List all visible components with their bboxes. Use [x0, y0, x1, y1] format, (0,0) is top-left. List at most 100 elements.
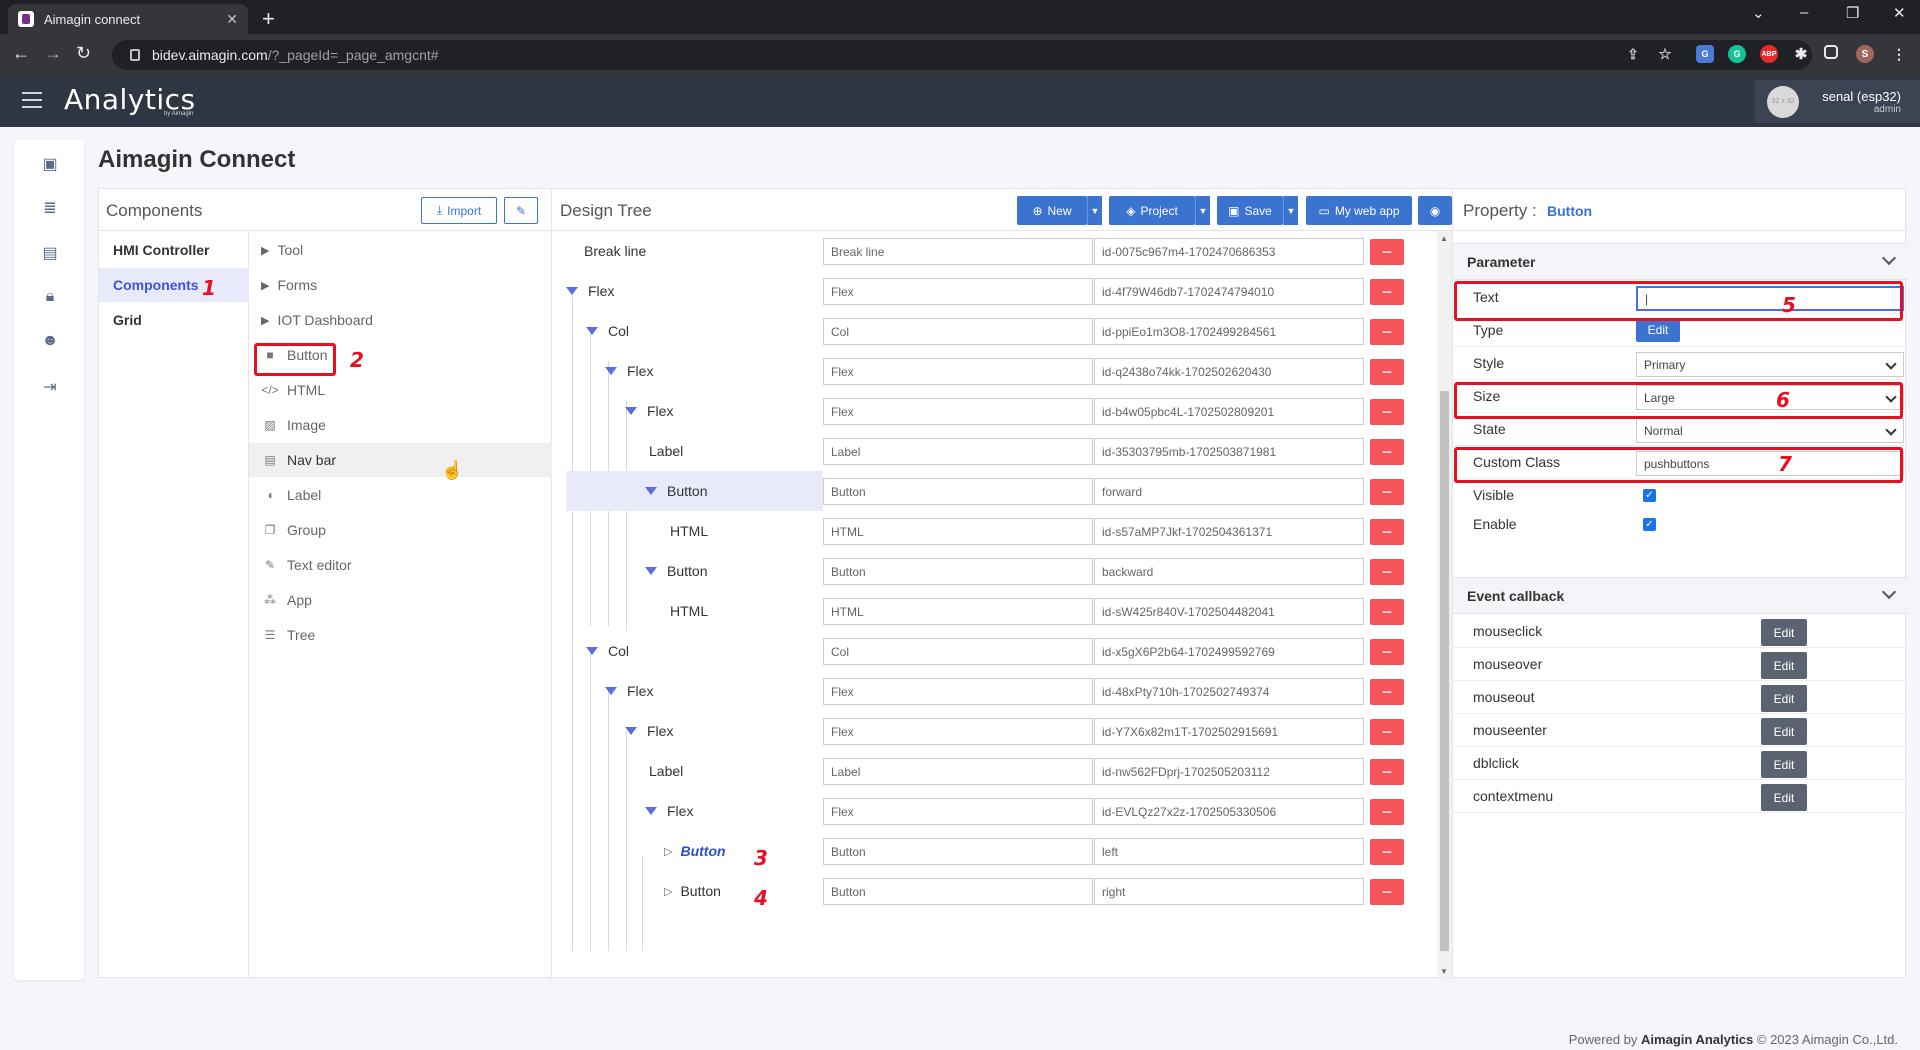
server-icon[interactable]: ▤ — [41, 243, 59, 262]
parameter-section-header[interactable]: Parameter — [1453, 243, 1908, 280]
event-edit-button[interactable]: Edit — [1761, 619, 1807, 646]
delete-button[interactable]: − — [1370, 359, 1404, 385]
save-button[interactable]: ▣ Save — [1217, 196, 1283, 225]
tree-row[interactable]: HTML HTML id-sW425r840V-1702504482041 − — [552, 591, 1437, 631]
new-button[interactable]: ⊕ New — [1017, 196, 1087, 225]
delete-button[interactable]: − — [1370, 279, 1404, 305]
component-label[interactable]: ◖ Label — [249, 478, 552, 512]
delete-button[interactable]: − — [1370, 239, 1404, 265]
tree-type-field[interactable]: Flex — [823, 278, 1093, 305]
preview-button[interactable]: ◉ — [1418, 196, 1452, 225]
tree-id-field[interactable]: id-s57aMP7Jkf-1702504361371 — [1094, 518, 1364, 545]
tree-id-field[interactable]: id-x5gX6P2b64-1702499592769 — [1094, 638, 1364, 665]
minimize-icon[interactable]: – — [1800, 4, 1808, 21]
tree-id-field[interactable]: left — [1094, 838, 1364, 865]
delete-button[interactable]: − — [1370, 559, 1404, 585]
menu-dots-icon[interactable]: ⋮ — [1890, 45, 1908, 63]
tree-type-field[interactable]: Flex — [823, 358, 1093, 385]
tree-id-field[interactable]: id-nw562FDprj-1702505203112 — [1094, 758, 1364, 785]
delete-button[interactable]: − — [1370, 639, 1404, 665]
tree-row[interactable]: Flex Flex id-EVLQz27x2z-1702505330506 − — [552, 791, 1437, 831]
sidepanel-icon[interactable] — [1824, 45, 1838, 59]
group-forms[interactable]: ▶ Forms — [249, 268, 552, 302]
category-grid[interactable]: Grid — [99, 303, 249, 337]
tree-row[interactable]: Flex Flex id-b4w05pbc4L-1702502809201 − — [552, 391, 1437, 431]
tree-row[interactable]: Button Button backward − — [552, 551, 1437, 591]
delete-button[interactable]: − — [1370, 839, 1404, 865]
caret-down-icon[interactable] — [645, 807, 657, 815]
caret-down-icon[interactable] — [625, 407, 637, 415]
state-select[interactable]: Normal — [1636, 418, 1904, 443]
tree-type-field[interactable]: Button — [823, 478, 1093, 505]
tree-row-selected[interactable]: Button Button forward − — [552, 471, 1437, 511]
star-icon[interactable]: ☆ — [1656, 45, 1674, 63]
group-iot-dashboard[interactable]: ▶ IOT Dashboard — [249, 303, 552, 337]
extensions-icon[interactable]: ✱ — [1792, 45, 1810, 63]
scroll-up-icon[interactable]: ▲ — [1440, 234, 1448, 243]
tree-type-field[interactable]: Col — [823, 638, 1093, 665]
tree-id-field[interactable]: forward — [1094, 478, 1364, 505]
tree-id-field[interactable]: id-Y7X6x82m1T-1702502915691 — [1094, 718, 1364, 745]
tree-row[interactable]: Label Label id-nw562FDprj-1702505203112 … — [552, 751, 1437, 791]
tree-type-field[interactable]: HTML — [823, 518, 1093, 545]
delete-button[interactable]: − — [1370, 399, 1404, 425]
tree-row[interactable]: Break line Break line id-0075c967m4-1702… — [552, 231, 1437, 271]
users-icon[interactable]: ☻ — [41, 332, 59, 350]
database-icon[interactable]: ≣ — [41, 198, 59, 217]
delete-button[interactable]: − — [1370, 759, 1404, 785]
delete-button[interactable]: − — [1370, 439, 1404, 465]
delete-button[interactable]: − — [1370, 799, 1404, 825]
new-tab-icon[interactable]: + — [262, 6, 275, 32]
event-edit-button[interactable]: Edit — [1761, 685, 1807, 712]
save-dropdown[interactable]: ▼ — [1283, 196, 1298, 225]
component-text-editor[interactable]: ✎ Text editor — [249, 548, 552, 582]
tree-type-field[interactable]: Flex — [823, 678, 1093, 705]
tree-id-field[interactable]: id-4f79W46db7-1702474794010 — [1094, 278, 1364, 305]
project-button[interactable]: ◈ Project — [1109, 196, 1195, 225]
tree-id-field[interactable]: id-sW425r840V-1702504482041 — [1094, 598, 1364, 625]
type-edit-button[interactable]: Edit — [1636, 318, 1680, 342]
delete-button[interactable]: − — [1370, 519, 1404, 545]
tree-id-field[interactable]: id-35303795mb-1702503871981 — [1094, 438, 1364, 465]
caret-down-icon[interactable] — [566, 287, 578, 295]
tree-id-field[interactable]: id-b4w05pbc4L-1702502809201 — [1094, 398, 1364, 425]
component-group[interactable]: ❐ Group — [249, 513, 552, 547]
grammarly-icon[interactable]: G — [1728, 45, 1746, 63]
caret-down-icon[interactable] — [605, 687, 617, 695]
event-edit-button[interactable]: Edit — [1761, 784, 1807, 811]
event-edit-button[interactable]: Edit — [1761, 718, 1807, 745]
tree-type-field[interactable]: HTML — [823, 598, 1093, 625]
enable-checkbox[interactable]: ✓ — [1643, 518, 1656, 531]
tree-type-field[interactable]: Label — [823, 758, 1093, 785]
restore-icon[interactable]: ❐ — [1846, 4, 1859, 22]
delete-button[interactable]: − — [1370, 679, 1404, 705]
component-tree[interactable]: ☰ Tree — [249, 618, 552, 652]
tree-id-field[interactable]: id-ppiEo1m3O8-1702499284561 — [1094, 318, 1364, 345]
delete-button[interactable]: − — [1370, 599, 1404, 625]
chevron-down-icon[interactable]: ⌄ — [1752, 4, 1765, 22]
event-edit-button[interactable]: Edit — [1761, 751, 1807, 778]
delete-button[interactable]: − — [1370, 479, 1404, 505]
tree-type-field[interactable]: Col — [823, 318, 1093, 345]
tree-type-field[interactable]: Button — [823, 878, 1093, 905]
tree-type-field[interactable]: Break line — [823, 238, 1093, 265]
visible-checkbox[interactable]: ✓ — [1643, 489, 1656, 502]
edit-components-button[interactable]: ✎ — [504, 197, 538, 224]
tree-scrollbar[interactable]: ▲ ▼ — [1437, 231, 1452, 979]
component-app[interactable]: ⁂ App — [249, 583, 552, 617]
import-button[interactable]: ⤓ Import — [421, 197, 497, 224]
project-dropdown[interactable]: ▼ — [1195, 196, 1210, 225]
tree-type-field[interactable]: Label — [823, 438, 1093, 465]
my-web-app-button[interactable]: ▭ My web app — [1306, 196, 1412, 225]
tree-type-field[interactable]: Flex — [823, 718, 1093, 745]
tree-id-field[interactable]: id-48xPty710h-1702502749374 — [1094, 678, 1364, 705]
event-edit-button[interactable]: Edit — [1761, 652, 1807, 679]
category-hmi-controller[interactable]: HMI Controller — [99, 233, 249, 267]
tree-type-field[interactable]: Button — [823, 558, 1093, 585]
caret-right-outline-icon[interactable]: ▷ — [664, 885, 672, 898]
window-close-icon[interactable]: ✕ — [1893, 4, 1906, 22]
file-code-icon[interactable]: ▣ — [41, 154, 59, 173]
tree-id-field[interactable]: id-EVLQz27x2z-1702505330506 — [1094, 798, 1364, 825]
tree-row[interactable]: Col Col id-x5gX6P2b64-1702499592769 − — [552, 631, 1437, 671]
caret-down-icon[interactable] — [625, 727, 637, 735]
